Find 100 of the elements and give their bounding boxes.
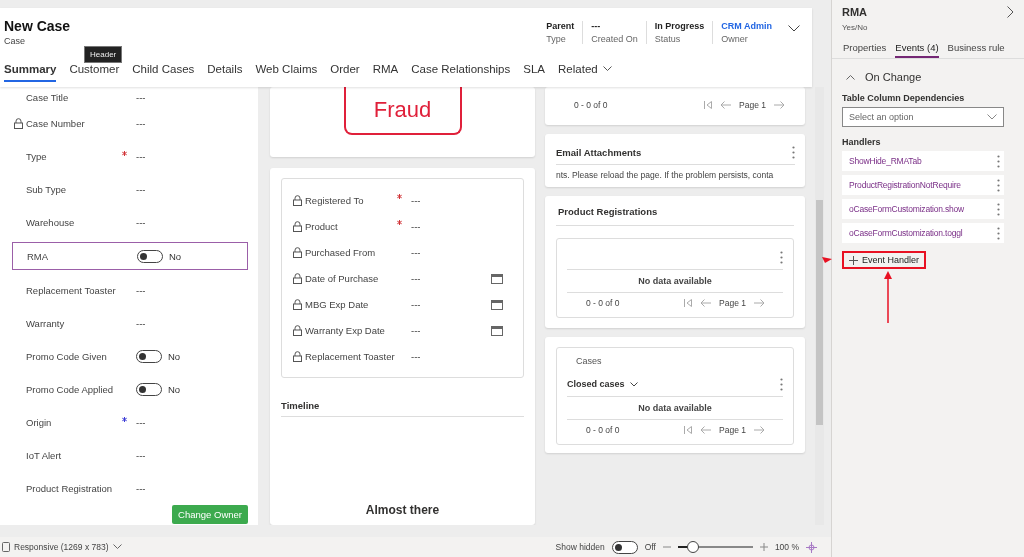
header-label: Owner <box>721 34 749 44</box>
field-value[interactable]: --- <box>136 118 146 129</box>
field-label: Product Registration <box>26 483 113 494</box>
field-value[interactable]: --- <box>136 184 146 195</box>
field-row[interactable]: IoT Alert --- <box>12 439 248 472</box>
field-value[interactable]: --- <box>136 91 146 103</box>
tab[interactable]: Summary <box>4 63 57 82</box>
field-value: --- <box>411 246 422 258</box>
field-label: Case Title <box>26 91 69 103</box>
empty-message: No data available <box>567 397 783 421</box>
field-label: Warranty <box>26 318 65 329</box>
field-label: Warehouse <box>26 217 75 228</box>
field-value: --- <box>411 350 422 362</box>
dependencies-dropdown[interactable]: Select an option <box>842 107 1004 127</box>
handler-item[interactable]: ShowHide_RMATab <box>842 151 1004 171</box>
field-value[interactable]: --- <box>136 417 146 428</box>
page-number: Page 1 <box>719 425 746 436</box>
header-value: In Progress <box>654 21 705 31</box>
empty-message: No data available <box>567 270 783 294</box>
field-row[interactable]: Warranty --- <box>12 307 248 340</box>
field-label: Promo Code Applied <box>26 384 114 395</box>
record-count: 0 - 0 of 0 <box>574 100 608 110</box>
add-handler-button[interactable]: Event Handler <box>847 254 922 266</box>
field-label: Table Column Dependencies <box>842 93 966 103</box>
field-label: Date of Purchase <box>305 272 379 284</box>
tooltip: Header <box>84 46 123 63</box>
field-value[interactable]: --- <box>136 217 146 228</box>
field-label: IoT Alert <box>26 450 62 461</box>
record-count: 0 - 0 of 0 <box>586 298 620 309</box>
field-row[interactable]: RMA No <box>12 242 248 270</box>
panel-subtitle: Yes/No <box>842 23 869 32</box>
section-heading: Email Attachments <box>556 146 642 158</box>
handler-item[interactable]: oCaseFormCustomization.show <box>842 199 1004 219</box>
section-header[interactable]: On Change <box>846 71 1024 83</box>
field-row[interactable]: Type --- <box>12 140 248 173</box>
field-row[interactable]: Promo Code Applied No <box>12 373 248 406</box>
field-row[interactable]: Case Number --- <box>12 107 248 140</box>
field-label: Origin <box>26 417 52 428</box>
entity-name: Case <box>4 36 26 46</box>
tab[interactable]: RMA <box>372 63 399 82</box>
field-value: --- <box>411 194 422 206</box>
header-value: --- <box>591 21 602 31</box>
page-number: Page 1 <box>719 298 746 309</box>
toggle-label: Show hidden <box>555 542 605 552</box>
field-label: Replacement Toaster <box>305 350 395 362</box>
owner-link[interactable]: CRM Admin <box>721 21 772 31</box>
panel-title: RMA <box>842 6 868 18</box>
field-row[interactable]: Sub Type --- <box>12 173 248 206</box>
loading-message: Almost there <box>364 503 441 517</box>
toggle-state: Off <box>644 542 656 552</box>
record-title: New Case <box>4 18 71 34</box>
handler-item[interactable]: oCaseFormCustomization.toggl <box>842 223 1004 243</box>
tab[interactable]: Details <box>207 63 243 82</box>
field-label: Handlers <box>842 137 882 147</box>
field-row[interactable]: Promo Code Given No <box>12 340 248 373</box>
tab[interactable]: Business rule <box>947 38 1005 58</box>
viewport-selector[interactable]: Responsive (1269 x 783) <box>2 542 122 552</box>
field-value: --- <box>411 272 422 284</box>
field-value: --- <box>411 324 422 336</box>
field-value: No <box>168 351 181 362</box>
header-label: Created On <box>591 34 638 44</box>
field-value[interactable]: --- <box>136 318 146 329</box>
field-label: Registered To <box>305 194 364 206</box>
field-value: No <box>169 250 182 262</box>
zoom-reading: 100 % <box>774 542 799 552</box>
field-label: Type <box>26 151 47 162</box>
view-selector[interactable]: Closed cases <box>567 379 638 390</box>
tab[interactable]: Customer <box>69 63 120 82</box>
field-row[interactable]: Origin --- <box>12 406 248 439</box>
header-label: Status <box>654 34 682 44</box>
field-row[interactable]: Product Registration --- <box>12 472 248 505</box>
field-label: Warranty Exp Date <box>305 324 385 336</box>
tab[interactable]: Case Relationships <box>411 63 511 82</box>
field-label: Sub Type <box>26 184 66 195</box>
field-label: RMA <box>27 250 49 262</box>
field-label: Product <box>305 220 338 232</box>
field-value: --- <box>411 220 422 232</box>
fraud-stamp: Fraud <box>343 87 462 135</box>
header-label: Type <box>546 34 567 44</box>
field-value[interactable]: --- <box>136 285 146 296</box>
field-row[interactable]: Warehouse --- <box>12 206 248 239</box>
handler-item[interactable]: ProductRegistrationNotRequire <box>842 175 1004 195</box>
field-value[interactable]: --- <box>136 483 146 494</box>
header-value: Parent <box>546 21 575 31</box>
record-count: 0 - 0 of 0 <box>586 425 620 436</box>
tab[interactable]: SLA <box>523 63 546 82</box>
tab[interactable]: Events (4) <box>895 38 939 58</box>
tab[interactable]: Properties <box>843 38 887 58</box>
field-row[interactable]: Case Title --- <box>12 87 248 107</box>
tab[interactable]: Child Cases <box>132 63 195 82</box>
section-heading: Product Registrations <box>556 200 794 227</box>
field-value[interactable]: --- <box>136 151 146 162</box>
tab[interactable]: Web Claims <box>255 63 318 82</box>
page-number: Page 1 <box>739 100 766 110</box>
field-label: Promo Code Given <box>26 351 107 362</box>
error-message: nts. Please reload the page. If the problem persists, conta <box>556 169 775 182</box>
field-row[interactable]: Replacement Toaster --- <box>12 274 248 307</box>
tab[interactable]: Order <box>330 63 360 82</box>
field-value[interactable]: --- <box>136 450 146 461</box>
tab[interactable]: Related <box>558 63 612 82</box>
